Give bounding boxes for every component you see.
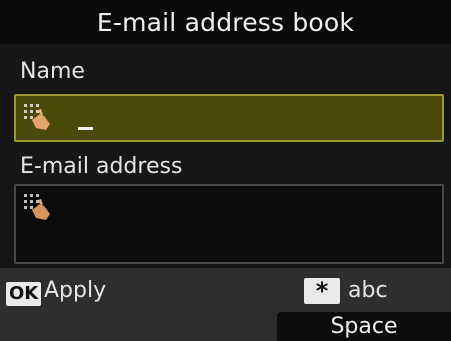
name-field[interactable] — [14, 94, 444, 142]
ok-key-badge: OK — [6, 282, 42, 306]
star-key-badge: * — [304, 277, 340, 305]
space-button[interactable]: Space — [277, 312, 451, 341]
email-label: E-mail address — [20, 154, 183, 179]
text-cursor — [78, 127, 93, 130]
apply-label[interactable]: Apply — [44, 278, 106, 303]
input-mode-label[interactable]: abc — [348, 278, 388, 303]
form-area: Name E-mail address — [0, 44, 451, 268]
footer-bar: OK Apply * abc Space — [0, 268, 451, 341]
page-title: E-mail address book — [96, 7, 355, 37]
name-label: Name — [20, 59, 85, 84]
screen: E-mail address book Name E-mail address — [0, 0, 451, 341]
email-field[interactable] — [14, 184, 444, 264]
title-bar: E-mail address book — [0, 0, 451, 44]
touch-keypad-hand-icon — [24, 104, 50, 130]
touch-keypad-hand-icon — [24, 194, 50, 220]
